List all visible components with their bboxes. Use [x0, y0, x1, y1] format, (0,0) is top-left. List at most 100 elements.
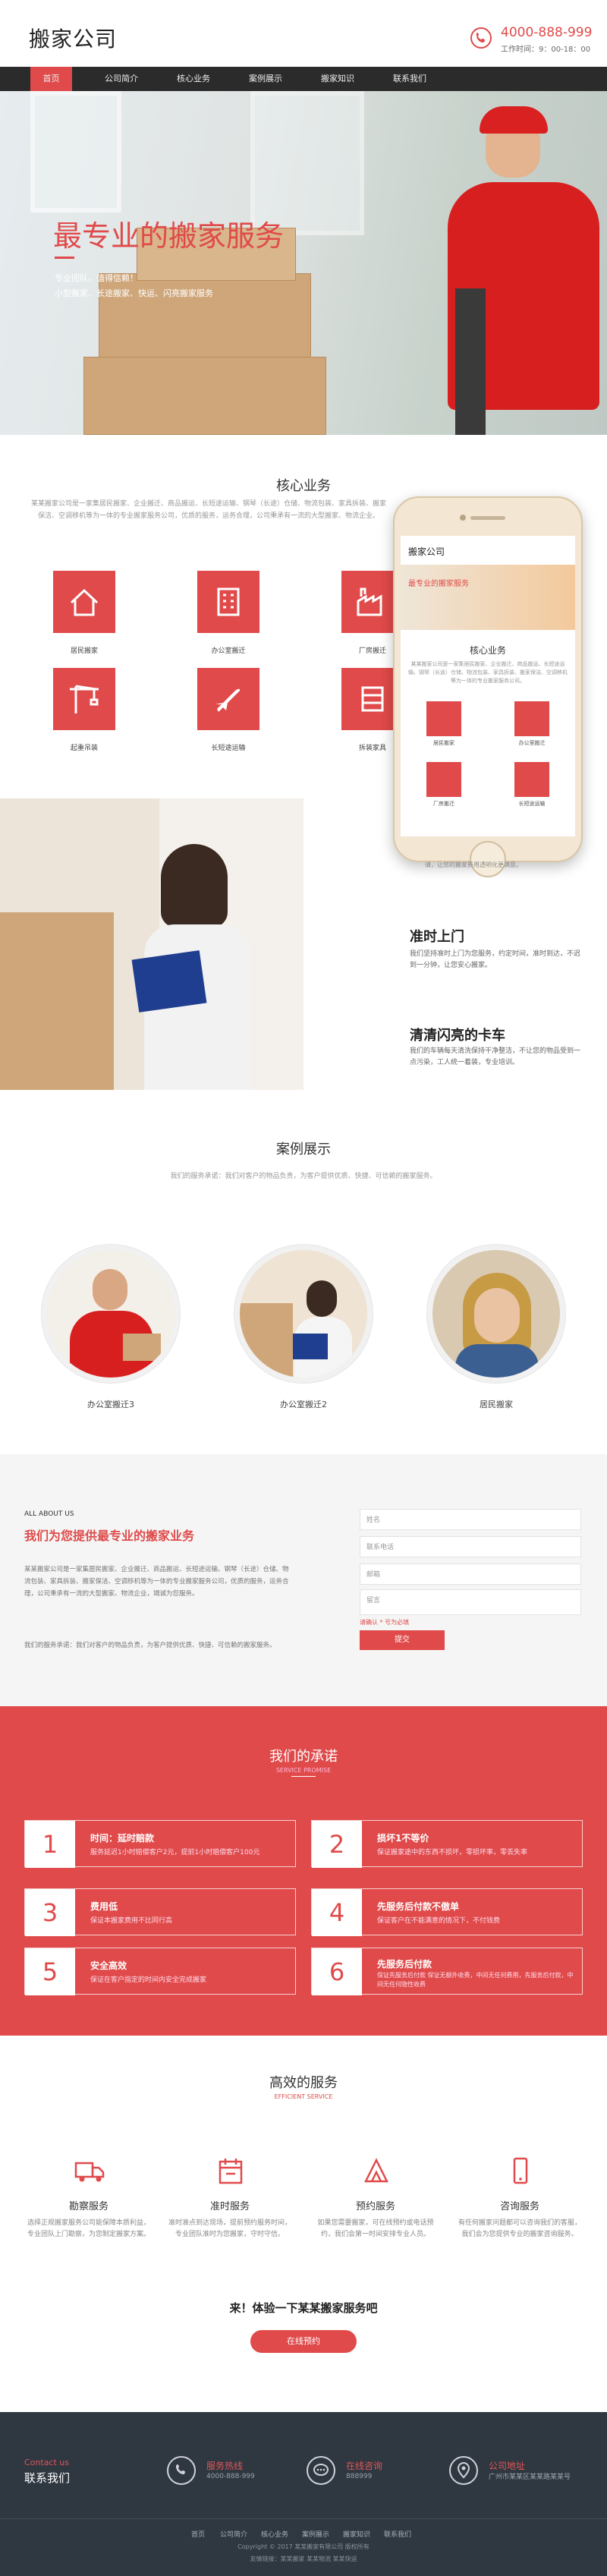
hero-title-underline — [55, 257, 74, 259]
form-submit-button[interactable]: 提交 — [360, 1630, 445, 1650]
case-person-head — [93, 1269, 127, 1310]
hero-subtitle-line: 小型搬家、长途搬家、快运、闪亮搬家服务 — [55, 288, 213, 298]
cta-book-button[interactable]: 在线预约 — [250, 2330, 357, 2353]
form-email-field[interactable]: 邮箱 — [360, 1564, 581, 1585]
main-nav — [0, 67, 607, 91]
service-tile-crane[interactable] — [53, 668, 115, 730]
promise-number: 1 — [25, 1821, 75, 1868]
phone-icon — [470, 27, 492, 49]
promise-title: 我们的承诺 — [269, 1749, 338, 1765]
core-section-title: 核心业务 — [276, 478, 331, 494]
case-image[interactable] — [234, 1245, 373, 1383]
phone-screen: 搬家公司 最专业的搬家服务 核心业务 某某搬家公司是一家集居民搬家、企业搬迁、商… — [401, 536, 575, 836]
hero-handtruck — [455, 288, 486, 435]
nav-item-company[interactable]: 公司简介 — [99, 67, 144, 91]
about-paragraph: 某某搬家公司是一家集居民搬家、企业搬迁、商品搬运、长短途运输、钢琴（长途）仓储、… — [24, 1566, 289, 1598]
footer-divider — [0, 2518, 607, 2519]
form-message-field[interactable]: 留言 — [360, 1589, 581, 1615]
footer-link[interactable]: 核心业务 — [261, 2529, 288, 2539]
footer-copyright: Copyright © 2017 某某搬家有限公司 版权所有 — [237, 2543, 370, 2550]
phone-section-desc: 某某搬家公司是一家集居民搬家、企业搬迁、商品搬运、长短途运输、钢琴（长途）仓储、… — [408, 661, 568, 684]
form-name-field[interactable]: 姓名 — [360, 1509, 581, 1530]
service-tile-office[interactable] — [197, 571, 259, 633]
service-label: 办公室搬迁 — [211, 647, 246, 655]
phone-banner-title: 最专业的搬家服务 — [408, 580, 469, 588]
phone-speaker — [470, 516, 505, 520]
promise-card-text: 保证客户在不能满意的情况下，不付钱费 — [377, 1917, 501, 1925]
calendar-icon — [214, 2156, 247, 2186]
header-worktime: 工作时间：9：00-18：00 — [501, 46, 591, 54]
promise-card-title: 时间：延时赔款 — [90, 1833, 155, 1844]
hero-mover-cap — [480, 106, 548, 134]
promise-card-text: 服务延迟1小时赔偿客户2元，提前1小时赔偿客户100元 — [90, 1849, 260, 1856]
nav-item-home[interactable]: 首页 — [30, 67, 72, 91]
promise-card-title: 费用低 — [90, 1901, 118, 1912]
phone-tile-label: 办公室搬迁 — [518, 740, 546, 746]
photo-box — [0, 912, 114, 1090]
service-tile-residential[interactable] — [53, 571, 115, 633]
efficient-title: 高效的服务 — [269, 2075, 338, 2091]
feature-text: 我们的车辆每天清洗保持干净整洁，不让您的物品受到一点污染，工人统一着装，专业培训… — [410, 1047, 581, 1066]
phone-camera — [460, 515, 466, 521]
form-phone-field[interactable]: 联系电话 — [360, 1536, 581, 1557]
about-paragraph: 我们的服务承诺：我们对客户的物品负责，为客户提供优质、快捷、可信赖的搬家服务。 — [24, 1642, 276, 1649]
footer-link[interactable]: 案例展示 — [302, 2529, 329, 2539]
tools-icon — [360, 2156, 393, 2186]
efficient-item-text: 选择正规搬家服务公司能保障本质利益，专业团队上门勘察，为您制定搬家方案。 — [27, 2219, 150, 2238]
footer-link[interactable]: 搬家知识 — [343, 2529, 370, 2539]
mobile-phone-icon — [504, 2156, 537, 2186]
promise-card: 2 损坏1不等价 保证搬家途中的东西不损坏，零损坏率，零丢失率 — [311, 1820, 583, 1868]
footer-hotline-value[interactable]: 4000-888-999 — [206, 2473, 255, 2480]
feature-title: 准时上门 — [410, 929, 464, 945]
service-label: 居民搬家 — [70, 647, 98, 655]
case-person-head — [307, 1280, 337, 1317]
nav-item-knowledge[interactable]: 搬家知识 — [315, 67, 360, 91]
phone-caption: 请，让您的搬家费用透明化更满意。 — [425, 861, 522, 868]
case-label[interactable]: 办公室搬迁3 — [42, 1398, 180, 1410]
nav-item-contact[interactable]: 联系我们 — [387, 67, 432, 91]
promise-card-title: 安全高效 — [90, 1960, 127, 1971]
promise-number: 6 — [312, 1948, 362, 1995]
form-required-note: 请确认 * 号为必填 — [360, 1619, 410, 1626]
footer-contact-title: 联系我们 — [24, 2471, 71, 2485]
efficient-subtitle: EFFICIENT SERVICE — [274, 2093, 333, 2100]
phone-tile — [514, 762, 549, 797]
phone-tile — [426, 762, 461, 797]
promise-subtitle: SERVICE PROMISE — [275, 1767, 332, 1774]
promise-number: 3 — [25, 1889, 75, 1936]
promise-card: 1 时间：延时赔款 服务延迟1小时赔偿客户2元，提前1小时赔偿客户100元 — [24, 1820, 296, 1868]
promise-card: 6 先服务后付款 保证先服务后付款 保证无额外收费，中间无任何费用，先服务后付款… — [311, 1948, 583, 1995]
phone-banner — [401, 565, 575, 630]
footer-link[interactable]: 公司简介 — [220, 2529, 247, 2539]
case-clipboard — [293, 1334, 328, 1359]
case-box — [240, 1303, 293, 1378]
footer-link[interactable]: 首页 — [191, 2529, 205, 2539]
about-kicker: ALL ABOUT US — [24, 1510, 74, 1518]
efficient-item-title: 勘察服务 — [68, 2201, 109, 2212]
promise-card-title: 先服务后付款 — [377, 1959, 432, 1970]
nav-item-cases[interactable]: 案例展示 — [243, 67, 288, 91]
phone-tile — [514, 701, 549, 736]
truck-icon — [73, 2156, 106, 2186]
airplane-icon — [215, 688, 241, 712]
footer-online-value[interactable]: 888999 — [346, 2473, 372, 2480]
service-tile-transport[interactable] — [197, 668, 259, 730]
phone-home-button — [470, 841, 506, 877]
case-person-shirt — [455, 1344, 539, 1378]
hero-cardboard-box — [83, 357, 326, 435]
cta-text: 来！体验一下某某搬家服务吧 — [229, 2301, 378, 2315]
photo-woman-hair — [161, 844, 228, 927]
hero-window — [30, 91, 121, 213]
site-logo[interactable]: 搬家公司 — [29, 23, 117, 53]
service-label: 起重吊装 — [70, 745, 98, 752]
case-label[interactable]: 办公室搬迁2 — [234, 1398, 373, 1410]
footer-link[interactable]: 联系我们 — [384, 2529, 411, 2539]
efficient-item-title: 预约服务 — [355, 2201, 395, 2212]
nav-item-core-business[interactable]: 核心业务 — [171, 67, 216, 91]
case-label[interactable]: 居民搬家 — [427, 1398, 565, 1410]
case-image[interactable] — [42, 1245, 180, 1383]
efficient-item-title: 准时服务 — [209, 2201, 250, 2212]
footer-hotline-label: 服务热线 — [206, 2461, 244, 2471]
case-image[interactable] — [427, 1245, 565, 1383]
promise-card-text: 保证在客户指定的时间内安全完成搬家 — [90, 1976, 207, 1984]
